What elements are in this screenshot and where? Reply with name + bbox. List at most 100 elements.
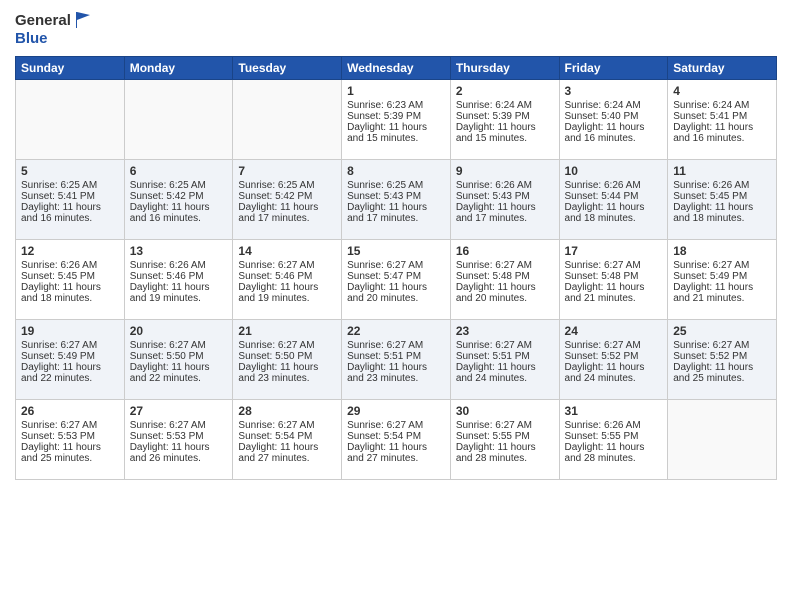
day-number: 4 (673, 84, 771, 98)
day-info: Sunset: 5:48 PM (565, 271, 663, 282)
calendar-cell: 2Sunrise: 6:24 AMSunset: 5:39 PMDaylight… (450, 80, 559, 160)
calendar-cell: 26Sunrise: 6:27 AMSunset: 5:53 PMDayligh… (16, 400, 125, 480)
calendar-cell: 3Sunrise: 6:24 AMSunset: 5:40 PMDaylight… (559, 80, 668, 160)
day-info: Daylight: 11 hours and 28 minutes. (565, 442, 663, 464)
calendar-cell: 25 Sunrise: 6:27 AMSunset: 5:52 PMDayligh… (668, 320, 777, 400)
day-info: Sunset: 5:53 PM (21, 431, 119, 442)
calendar-cell: 24Sunrise: 6:27 AMSunset: 5:52 PMDayligh… (559, 320, 668, 400)
day-number: 31 (565, 404, 663, 418)
calendar-cell: 16Sunrise: 6:27 AMSunset: 5:48 PMDayligh… (450, 240, 559, 320)
day-info: Sunset: 5:41 PM (673, 111, 771, 122)
day-info: Daylight: 11 hours and 19 minutes. (130, 282, 228, 304)
day-number: 23 (456, 324, 554, 338)
calendar-cell: 8Sunrise: 6:25 AMSunset: 5:43 PMDaylight… (342, 160, 451, 240)
calendar-cell: 17Sunrise: 6:27 AMSunset: 5:48 PMDayligh… (559, 240, 668, 320)
day-info: Daylight: 11 hours and 23 minutes. (238, 362, 336, 384)
day-info: Sunset: 5:55 PM (456, 431, 554, 442)
day-info: Sunrise: 6:27 AM (130, 420, 228, 431)
day-info: Daylight: 11 hours and 20 minutes. (456, 282, 554, 304)
day-info: Sunrise: 6:27 AM (347, 340, 445, 351)
day-number: 6 (130, 164, 228, 178)
day-info: Daylight: 11 hours and 22 minutes. (21, 362, 119, 384)
day-info: Sunset: 5:51 PM (347, 351, 445, 362)
day-number: 7 (238, 164, 336, 178)
calendar-cell: 20Sunrise: 6:27 AMSunset: 5:50 PMDayligh… (124, 320, 233, 400)
day-info: Daylight: 11 hours and 20 minutes. (347, 282, 445, 304)
day-info: Sunset: 5:50 PM (130, 351, 228, 362)
calendar-cell: 14Sunrise: 6:27 AMSunset: 5:46 PMDayligh… (233, 240, 342, 320)
day-header-sunday: Sunday (16, 57, 125, 80)
day-header-monday: Monday (124, 57, 233, 80)
day-info: Sunrise: 6:27 AM (456, 420, 554, 431)
day-info: Sunset: 5:43 PM (347, 191, 445, 202)
day-info: Daylight: 11 hours and 18 minutes. (565, 202, 663, 224)
day-number: 10 (565, 164, 663, 178)
day-number: 25 (673, 324, 771, 338)
day-headers-row: SundayMondayTuesdayWednesdayThursdayFrid… (16, 57, 777, 80)
day-header-friday: Friday (559, 57, 668, 80)
calendar-cell: 19Sunrise: 6:27 AMSunset: 5:49 PMDayligh… (16, 320, 125, 400)
day-info: Daylight: 11 hours and 24 minutes. (565, 362, 663, 384)
day-info: Sunset: 5:39 PM (456, 111, 554, 122)
day-info: Sunrise: 6:27 AM (456, 260, 554, 271)
week-row-2: 5Sunrise: 6:25 AMSunset: 5:41 PMDaylight… (16, 160, 777, 240)
day-info: Sunrise: 6:25 AM (21, 180, 119, 191)
day-info: Daylight: 11 hours and 17 minutes. (238, 202, 336, 224)
day-info: Sunrise: 6:24 AM (456, 100, 554, 111)
day-info: Daylight: 11 hours and 22 minutes. (130, 362, 228, 384)
day-info: Sunset: 5:46 PM (130, 271, 228, 282)
calendar-cell: 27Sunrise: 6:27 AMSunset: 5:53 PMDayligh… (124, 400, 233, 480)
day-info: Daylight: 11 hours and 16 minutes. (565, 122, 663, 144)
day-info: Sunset: 5:52 PM (673, 351, 771, 362)
day-info: Daylight: 11 hours and 16 minutes. (673, 122, 771, 144)
week-row-3: 12Sunrise: 6:26 AMSunset: 5:45 PMDayligh… (16, 240, 777, 320)
day-number: 29 (347, 404, 445, 418)
calendar-cell: 11Sunrise: 6:26 AMSunset: 5:45 PMDayligh… (668, 160, 777, 240)
day-info: Sunset: 5:42 PM (130, 191, 228, 202)
day-number: 22 (347, 324, 445, 338)
day-info: Sunrise: 6:26 AM (673, 180, 771, 191)
day-info: Daylight: 11 hours and 24 minutes. (456, 362, 554, 384)
day-info: Sunrise: 6:25 AM (347, 180, 445, 191)
day-info: Sunset: 5:50 PM (238, 351, 336, 362)
logo-general: General (15, 12, 71, 29)
day-header-saturday: Saturday (668, 57, 777, 80)
calendar-cell: 18Sunrise: 6:27 AMSunset: 5:49 PMDayligh… (668, 240, 777, 320)
day-info: Daylight: 11 hours and 15 minutes. (456, 122, 554, 144)
calendar-cell (16, 80, 125, 160)
day-number: 28 (238, 404, 336, 418)
calendar-cell (124, 80, 233, 160)
day-info: Daylight: 11 hours and 25 minutes. (21, 442, 119, 464)
day-info: Sunrise: 6:23 AM (347, 100, 445, 111)
calendar-cell: 22Sunrise: 6:27 AMSunset: 5:51 PMDayligh… (342, 320, 451, 400)
calendar-cell: 29Sunrise: 6:27 AMSunset: 5:54 PMDayligh… (342, 400, 451, 480)
day-info: Daylight: 11 hours and 17 minutes. (347, 202, 445, 224)
day-info: Sunrise: 6:24 AM (673, 100, 771, 111)
day-info: Sunrise: 6:27 AM (456, 340, 554, 351)
calendar-table: SundayMondayTuesdayWednesdayThursdayFrid… (15, 56, 777, 480)
day-header-wednesday: Wednesday (342, 57, 451, 80)
day-number: 20 (130, 324, 228, 338)
day-info: Daylight: 11 hours and 21 minutes. (673, 282, 771, 304)
day-number: 27 (130, 404, 228, 418)
calendar-cell: 4 Sunrise: 6:24 AMSunset: 5:41 PMDaylight… (668, 80, 777, 160)
calendar-cell: 15Sunrise: 6:27 AMSunset: 5:47 PMDayligh… (342, 240, 451, 320)
day-number: 18 (673, 244, 771, 258)
calendar-cell: 1Sunrise: 6:23 AMSunset: 5:39 PMDaylight… (342, 80, 451, 160)
calendar-cell: 31Sunrise: 6:26 AMSunset: 5:55 PMDayligh… (559, 400, 668, 480)
calendar-cell: 7Sunrise: 6:25 AMSunset: 5:42 PMDaylight… (233, 160, 342, 240)
day-info: Sunset: 5:45 PM (673, 191, 771, 202)
day-info: Daylight: 11 hours and 25 minutes. (673, 362, 771, 384)
day-info: Sunrise: 6:27 AM (673, 340, 771, 351)
day-header-thursday: Thursday (450, 57, 559, 80)
day-number: 30 (456, 404, 554, 418)
day-info: Sunrise: 6:26 AM (565, 420, 663, 431)
week-row-1: 1Sunrise: 6:23 AMSunset: 5:39 PMDaylight… (16, 80, 777, 160)
logo-flag-icon (73, 10, 93, 30)
day-info: Sunrise: 6:27 AM (21, 420, 119, 431)
day-info: Sunset: 5:40 PM (565, 111, 663, 122)
calendar-cell: 9Sunrise: 6:26 AMSunset: 5:43 PMDaylight… (450, 160, 559, 240)
day-number: 15 (347, 244, 445, 258)
day-info: Sunrise: 6:27 AM (673, 260, 771, 271)
calendar-cell: 6Sunrise: 6:25 AMSunset: 5:42 PMDaylight… (124, 160, 233, 240)
